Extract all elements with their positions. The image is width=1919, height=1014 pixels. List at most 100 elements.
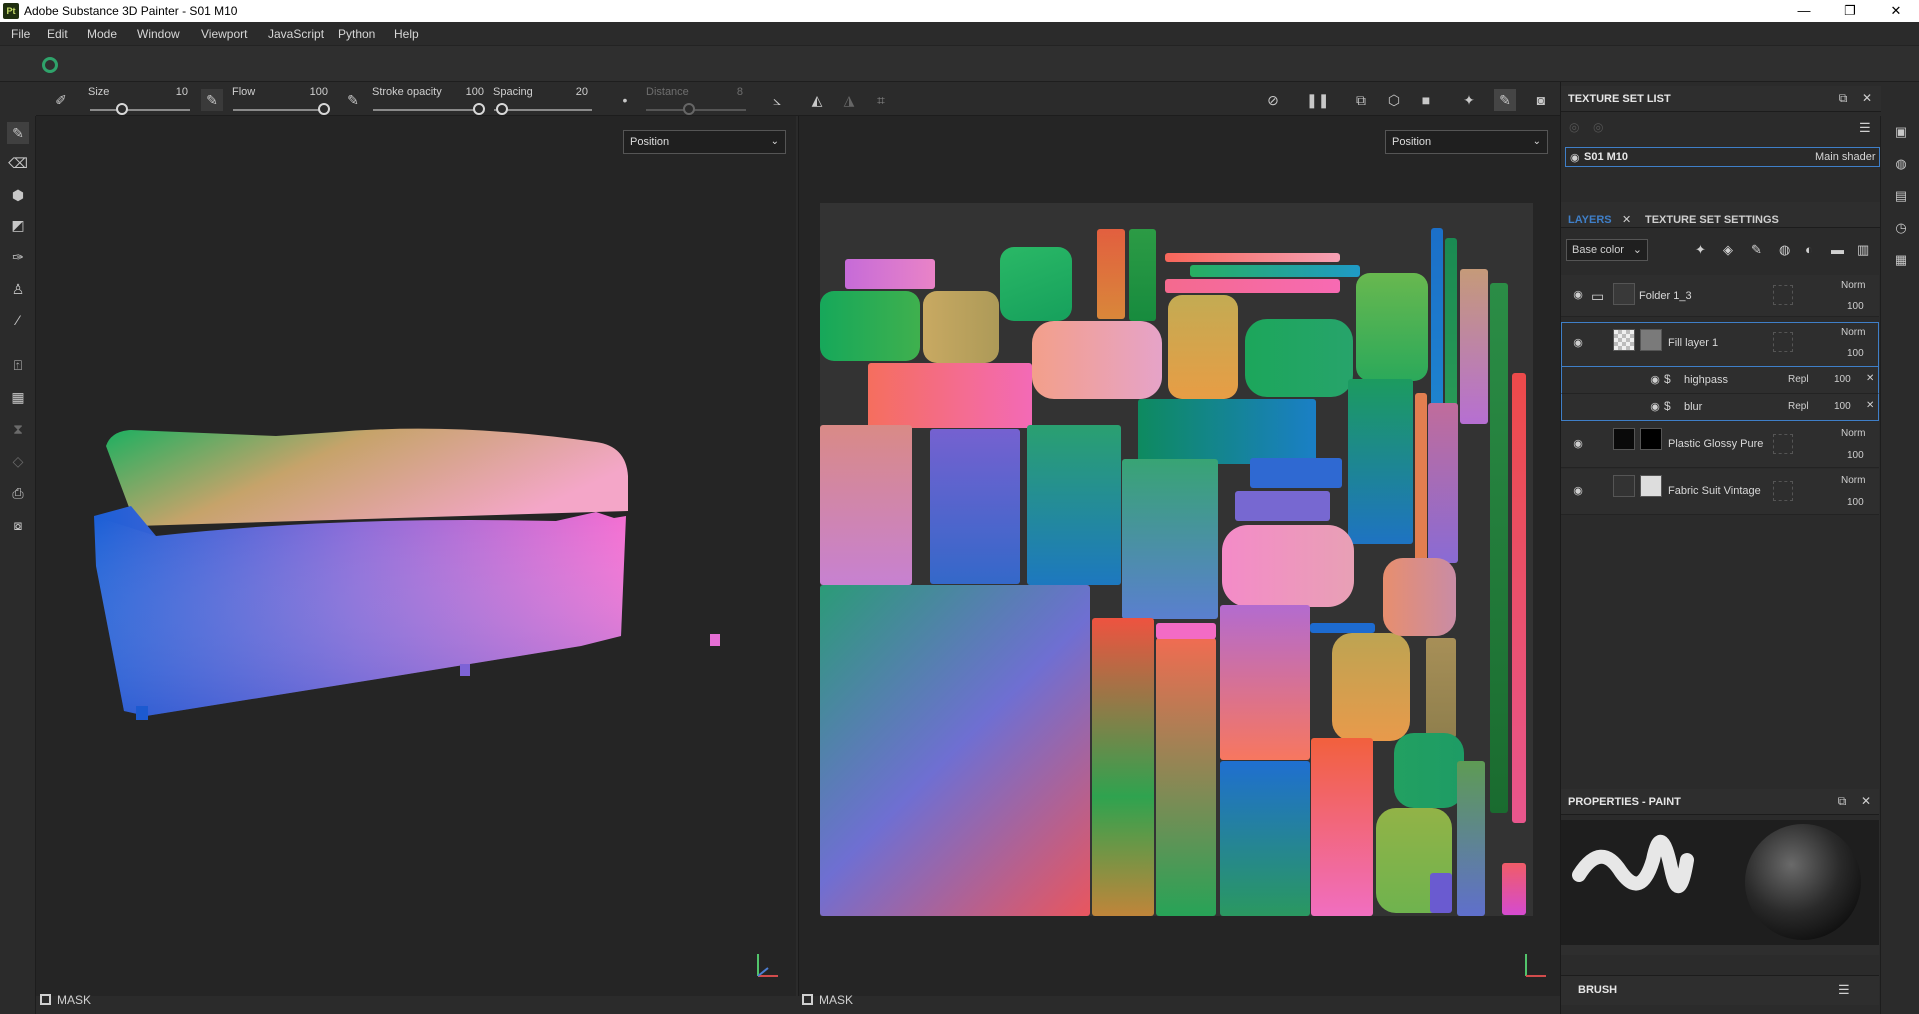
symmetry-settings-icon[interactable]: ⌗ <box>870 89 892 111</box>
projection-icon[interactable]: ⬢ <box>7 184 29 206</box>
layer-row[interactable]: ◉ ▭ Folder 1_3 Norm 100 <box>1561 275 1879 317</box>
effect-row[interactable]: ◉ $ blur Repl 100 ✕ <box>1561 394 1879 421</box>
shader-name[interactable]: Main shader <box>1815 151 1876 163</box>
blend-mode[interactable]: Norm <box>1841 475 1865 486</box>
paint-mode-icon[interactable]: ✎ <box>1494 89 1516 111</box>
close-button[interactable]: ✕ <box>1873 0 1919 22</box>
remove-effect-icon[interactable]: ✕ <box>1866 400 1874 411</box>
close-panel-icon[interactable]: ✕ <box>1859 90 1875 106</box>
flow-slider-handle[interactable] <box>318 103 330 115</box>
undock-icon[interactable]: ⧉ <box>1835 90 1851 106</box>
blend-mode[interactable]: Norm <box>1841 280 1865 291</box>
viewport-3d[interactable]: Position ⌄ <box>36 116 796 996</box>
clone-icon[interactable]: ♙ <box>7 278 29 300</box>
mask-slot[interactable] <box>1773 434 1793 454</box>
viewport-mode-icon[interactable]: ⬡ <box>1383 89 1405 111</box>
eye-icon[interactable]: ◉ <box>1571 338 1585 349</box>
layer-opacity[interactable]: 100 <box>1847 348 1864 359</box>
brush-preset-icon[interactable]: ✐ <box>50 89 72 111</box>
blend-mode[interactable]: Norm <box>1841 327 1865 338</box>
mask-slot[interactable] <box>1773 332 1793 352</box>
flow-pressure-icon[interactable]: ✎ <box>342 89 364 111</box>
menu-python[interactable]: Python <box>338 27 375 41</box>
polygon-fill-icon[interactable]: ◩ <box>7 214 29 236</box>
display-settings-icon[interactable]: ✦ <box>1458 89 1480 111</box>
lazy-mouse-icon[interactable]: • <box>614 89 636 111</box>
transform-icon[interactable]: ◇ <box>7 450 29 472</box>
minimize-button[interactable]: — <box>1781 0 1827 22</box>
shelf-icon[interactable]: ▤ <box>1891 186 1911 206</box>
size-slider[interactable] <box>90 109 190 111</box>
display-settings-icon[interactable]: ▣ <box>1891 122 1911 142</box>
substance-logo-icon[interactable] <box>42 57 58 73</box>
eye-icon[interactable]: ◉ <box>1570 151 1580 164</box>
mesh-icon[interactable]: ⧇ <box>7 514 29 536</box>
flow-value[interactable]: 100 <box>298 86 328 98</box>
menu-viewport[interactable]: Viewport <box>201 27 247 41</box>
blend-mode[interactable]: Repl <box>1788 401 1809 412</box>
layer-row-selected[interactable]: ◉ Fill layer 1 Norm 100 <box>1561 322 1879 367</box>
stroke-opacity-value[interactable]: 100 <box>454 86 484 98</box>
smudge-icon[interactable]: ✑ <box>7 246 29 268</box>
mask-toggle-2d[interactable]: MASK <box>802 993 853 1014</box>
eye-icon[interactable]: ◉ <box>1648 375 1662 386</box>
undock-icon[interactable]: ⧉ <box>1834 793 1850 809</box>
hide-icon[interactable]: ◎ <box>1569 120 1579 134</box>
maximize-button[interactable]: ❐ <box>1827 0 1873 22</box>
menu-file[interactable]: File <box>11 27 30 41</box>
brush-section-header[interactable]: BRUSH ☰ <box>1561 975 1879 1005</box>
pause-icon[interactable]: ❚❚ <box>1306 89 1329 111</box>
screenshot-icon[interactable]: ◙ <box>1530 89 1552 111</box>
layer-row[interactable]: ◉ Plastic Glossy Pure Norm 100 <box>1561 422 1879 468</box>
size-value[interactable]: 10 <box>158 86 188 98</box>
log-icon[interactable]: ▦ <box>1891 250 1911 270</box>
layer-opacity[interactable]: 100 <box>1847 450 1864 461</box>
blend-mode[interactable]: Repl <box>1788 374 1809 385</box>
tab-texture-set-settings[interactable]: TEXTURE SET SETTINGS <box>1645 214 1779 226</box>
menu-javascript[interactable]: JavaScript <box>268 27 324 41</box>
channel-select[interactable]: Base color ⌄ <box>1566 239 1648 261</box>
effect-row[interactable]: ◉ $ highpass Repl 100 ✕ <box>1561 367 1879 394</box>
viewport-split-icon[interactable]: ⧉ <box>1350 89 1372 111</box>
sofa-model[interactable] <box>36 116 796 996</box>
mask-slot[interactable] <box>1773 481 1793 501</box>
bake-icon[interactable]: ⍐ <box>7 354 29 376</box>
flow-slider[interactable] <box>233 109 325 111</box>
menu-list-icon[interactable]: ☰ <box>1838 982 1850 998</box>
color-picker-icon[interactable]: ⁄ <box>7 309 29 331</box>
symmetry-icon[interactable]: ◭ <box>806 89 828 111</box>
environment-icon[interactable]: ◍ <box>1891 154 1911 174</box>
timer-icon[interactable]: ⧗ <box>7 418 29 440</box>
effect-opacity[interactable]: 100 <box>1834 401 1851 412</box>
menu-help[interactable]: Help <box>394 27 419 41</box>
material-picker-icon[interactable]: ▦ <box>7 386 29 408</box>
paint-brush-icon[interactable]: ✎ <box>7 122 29 144</box>
effect-opacity[interactable]: 100 <box>1834 374 1851 385</box>
remove-effect-icon[interactable]: ✕ <box>1866 373 1874 384</box>
menu-list-icon[interactable]: ☰ <box>1859 120 1871 136</box>
camera-icon[interactable]: ■ <box>1415 89 1437 111</box>
close-panel-icon[interactable]: ✕ <box>1858 793 1874 809</box>
pen-pressure-icon[interactable]: ✎ <box>201 89 223 111</box>
eraser-icon[interactable]: ⌫ <box>7 152 29 174</box>
stroke-opacity-slider-handle[interactable] <box>473 103 485 115</box>
menu-edit[interactable]: Edit <box>47 27 68 41</box>
add-folder-icon[interactable]: ▬ <box>1831 242 1844 257</box>
spacing-slider[interactable] <box>494 109 592 111</box>
texture-set-row[interactable]: ◉ S01 M10 Main shader <box>1565 147 1880 167</box>
symmetry-mirror-icon[interactable]: ◮ <box>838 89 860 111</box>
blend-mode[interactable]: Norm <box>1841 428 1865 439</box>
eye-icon[interactable]: ◉ <box>1571 439 1585 450</box>
spacing-value[interactable]: 20 <box>558 86 588 98</box>
add-fill-layer-icon[interactable]: ◍ <box>1779 242 1790 258</box>
mask-slot[interactable] <box>1773 285 1793 305</box>
add-mask-icon[interactable]: ◐ <box>1805 242 1813 257</box>
layer-row[interactable]: ◉ Fabric Suit Vintage Norm 100 <box>1561 469 1879 515</box>
menu-window[interactable]: Window <box>137 27 180 41</box>
viewport-2d-channel-select[interactable]: Position ⌄ <box>1385 130 1548 154</box>
layer-opacity[interactable]: 100 <box>1847 301 1864 312</box>
mask-toggle-3d[interactable]: MASK <box>40 993 91 1014</box>
history-icon[interactable]: ◷ <box>1891 218 1911 238</box>
eye-icon[interactable]: ◉ <box>1571 486 1585 497</box>
spacing-slider-handle[interactable] <box>496 103 508 115</box>
